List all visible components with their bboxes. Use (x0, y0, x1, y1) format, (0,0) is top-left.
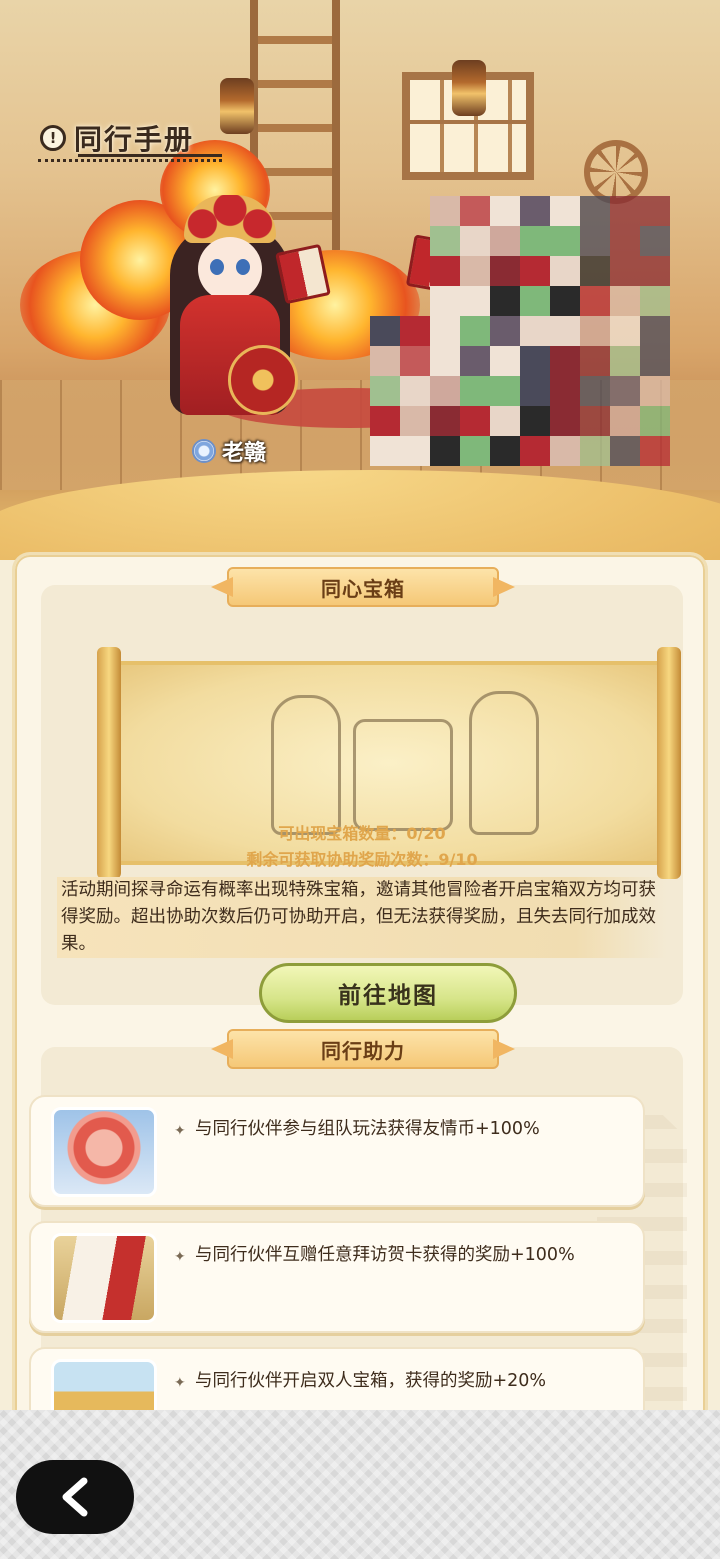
lantern-icon (220, 78, 254, 134)
bullet-star-icon: ✦ (174, 1375, 186, 1391)
chest-description: 活动期间探寻命运有概率出现特殊宝箱，邀请其他冒险者开启宝箱双方均可获得奖励。超出… (57, 877, 667, 958)
warrior-sketch (271, 695, 341, 835)
boost-text: 与同行伙伴开启双人宝箱，获得的奖励+20% (195, 1371, 547, 1391)
chevron-left-icon (62, 1477, 88, 1517)
go-to-map-button[interactable]: 前往地图 (259, 963, 517, 1023)
list-item: ✦ 与同行伙伴互赠任意拜访贺卡获得的奖励+100% (29, 1221, 645, 1333)
page-title: 同行手册 (74, 123, 195, 156)
chest-section: 可出现宝箱数量：0/20 剩余可获取协助奖励次数：9/10 活动期间探寻命运有概… (41, 585, 683, 1023)
main-panel: 可出现宝箱数量：0/20 剩余可获取协助奖励次数：9/10 活动期间探寻命运有概… (12, 552, 708, 1452)
mage-sketch (469, 691, 539, 835)
companion-character[interactable] (150, 195, 310, 425)
assist-remaining-text: 剩余可获取协助奖励次数：9/10 (246, 850, 478, 869)
player-badge-icon (192, 439, 216, 463)
friendship-coin-icon (51, 1107, 157, 1197)
title-underline (38, 154, 222, 162)
boost-section-title: 同行助力 (227, 1029, 499, 1069)
list-item: ✦ 与同行伙伴参与组队玩法获得友情币+100% (29, 1095, 645, 1207)
bullet-star-icon: ✦ (174, 1123, 186, 1139)
companion-name-tag: 老赣 (192, 436, 266, 466)
treasure-chest-icon (353, 719, 453, 831)
boost-text: 与同行伙伴互赠任意拜访贺卡获得的奖励+100% (195, 1245, 575, 1265)
wheel-decor (584, 140, 648, 204)
bottom-nav-bar (0, 1410, 720, 1559)
chest-count-text: 可出现宝箱数量：0/20 (278, 824, 446, 843)
greeting-card-icon (51, 1233, 157, 1323)
fan-icon (228, 345, 298, 415)
bullet-star-icon: ✦ (174, 1249, 186, 1265)
companion-scene: 老赣 ! 同行手册 (0, 0, 720, 560)
chest-section-title: 同心宝箱 (227, 567, 499, 607)
chest-stats: 可出现宝箱数量：0/20 剩余可获取协助奖励次数：9/10 (41, 821, 683, 873)
back-button[interactable] (16, 1460, 134, 1534)
companion-name: 老赣 (222, 441, 267, 466)
lantern-icon (452, 60, 486, 116)
boost-text: 与同行伙伴参与组队玩法获得友情币+100% (195, 1119, 540, 1139)
info-icon[interactable]: ! (40, 125, 66, 151)
page-title-block[interactable]: ! 同行手册 (40, 118, 194, 158)
pixelated-character[interactable] (370, 196, 670, 466)
